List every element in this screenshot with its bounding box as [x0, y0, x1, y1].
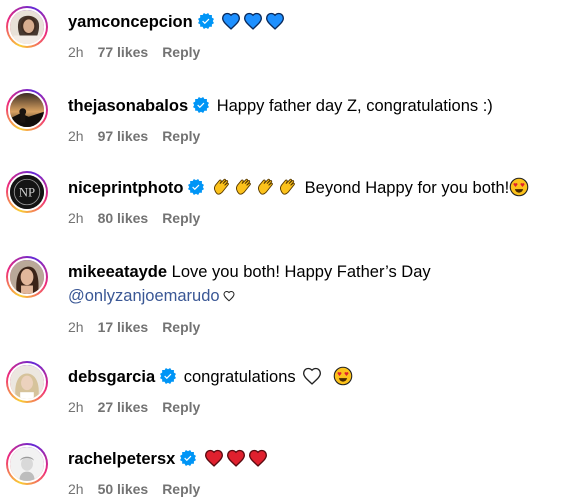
avatar[interactable]	[6, 6, 48, 48]
red-heart-icon	[226, 448, 246, 468]
comment-username[interactable]: mikeeatayde	[68, 263, 167, 281]
comment-username[interactable]: yamconcepcion	[68, 13, 193, 31]
comment-likes[interactable]: 97 likes	[98, 128, 149, 144]
reply-button[interactable]: Reply	[162, 481, 200, 497]
comment-time: 2h	[68, 481, 84, 497]
red-heart-icon	[204, 448, 224, 468]
avatar[interactable]	[6, 256, 48, 298]
red-heart-icon	[248, 448, 268, 468]
comment-username[interactable]: niceprintphoto	[68, 179, 183, 197]
blue-heart-icon	[221, 11, 241, 31]
comment-text: Happy father day Z, congratulations :)	[216, 97, 493, 115]
white-heart-icon	[302, 366, 322, 386]
comment-likes[interactable]: 80 likes	[98, 210, 149, 226]
comment-likes[interactable]: 27 likes	[98, 399, 149, 415]
reply-button[interactable]: Reply	[162, 44, 200, 60]
avatar-initials: NP	[19, 185, 35, 199]
reply-button[interactable]: Reply	[162, 210, 200, 226]
comment-text: congratulations	[183, 368, 296, 386]
reply-button[interactable]: Reply	[162, 399, 200, 415]
avatar[interactable]	[6, 89, 48, 131]
comments-list: yamconcepcion 2h 77 likes Reply thejason…	[0, 0, 563, 502]
comment-text: Love you both! Happy Father’s Day	[171, 263, 431, 281]
blue-heart-icon	[265, 11, 285, 31]
comment-text: Beyond Happy for you both!	[304, 179, 510, 197]
clapping-hands-icon	[214, 178, 229, 195]
clapping-hands-icon	[258, 178, 273, 195]
verified-badge-icon	[160, 368, 176, 384]
clapping-hands-icon	[236, 178, 251, 195]
comment-likes[interactable]: 17 likes	[98, 319, 149, 335]
avatar[interactable]	[6, 361, 48, 403]
comment-likes[interactable]: 50 likes	[98, 481, 149, 497]
comment-time: 2h	[68, 399, 84, 415]
verified-badge-icon	[188, 179, 204, 195]
avatar[interactable]: NP	[6, 171, 48, 213]
comment-username[interactable]: rachelpetersx	[68, 450, 175, 468]
mention-link[interactable]: @onlyzanjoemarudo	[68, 287, 220, 305]
comment-username[interactable]: thejasonabalos	[68, 97, 188, 115]
reply-button[interactable]: Reply	[162, 319, 200, 335]
avatar[interactable]	[6, 443, 48, 485]
verified-badge-icon	[198, 13, 214, 29]
clapping-hands-icon	[280, 178, 295, 195]
white-heart-icon	[223, 290, 235, 302]
verified-badge-icon	[180, 450, 196, 466]
heart-eyes-icon	[509, 177, 529, 197]
heart-eyes-icon	[333, 366, 353, 386]
comment-time: 2h	[68, 128, 84, 144]
verified-badge-icon	[193, 97, 209, 113]
comment-time: 2h	[68, 210, 84, 226]
comment-time: 2h	[68, 319, 84, 335]
comment-likes[interactable]: 77 likes	[98, 44, 149, 60]
comment-time: 2h	[68, 44, 84, 60]
blue-heart-icon	[243, 11, 263, 31]
comment-username[interactable]: debsgarcia	[68, 368, 155, 386]
reply-button[interactable]: Reply	[162, 128, 200, 144]
